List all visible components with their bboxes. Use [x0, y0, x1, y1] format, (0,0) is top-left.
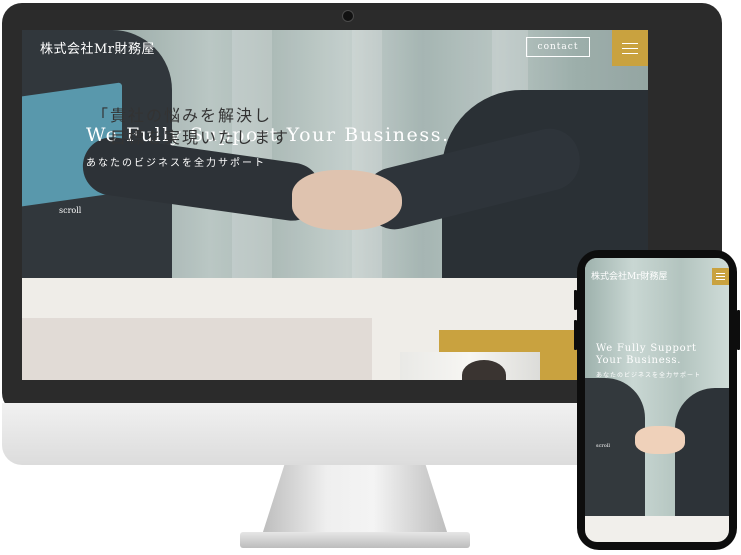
mobile-screen: 株式会社Mr財務屋 We Fully Support Your Business… — [585, 258, 729, 542]
mobile-hero-handshake — [635, 426, 685, 454]
desktop-screen: 株式会社Mr財務屋 contact We Fully Support Your … — [22, 30, 648, 380]
monitor-stand — [262, 465, 448, 535]
about-heading-line1: 「貴社の悩みを解決し — [92, 106, 273, 125]
mobile-phone: 株式会社Mr財務屋 We Fully Support Your Business… — [574, 250, 740, 550]
mobile-site-logo[interactable]: 株式会社Mr財務屋 — [591, 269, 668, 282]
hamburger-menu-icon[interactable] — [612, 30, 648, 66]
mobile-scroll-indicator[interactable]: scroll — [596, 443, 610, 449]
contact-button[interactable]: contact — [526, 37, 590, 57]
scroll-indicator[interactable]: scroll — [59, 206, 81, 215]
mobile-hero-title: We Fully Support Your Business. — [596, 343, 697, 366]
about-heading-line2: 目標を実現いたします — [110, 128, 291, 147]
mobile-hero-subtitle: あなたのビジネスを全力サポート — [596, 372, 702, 379]
site-logo[interactable]: 株式会社Mr財務屋 — [40, 38, 155, 57]
about-section — [22, 278, 648, 380]
hero-section: 株式会社Mr財務屋 contact We Fully Support Your … — [22, 30, 648, 278]
camera-icon — [342, 10, 354, 22]
about-text-panel — [22, 318, 372, 380]
mobile-hamburger-menu-icon[interactable] — [712, 268, 729, 285]
monitor-base — [240, 532, 470, 548]
hero-subtitle: あなたのビジネスを全力サポート — [86, 158, 266, 169]
mobile-hero-section — [585, 258, 729, 516]
